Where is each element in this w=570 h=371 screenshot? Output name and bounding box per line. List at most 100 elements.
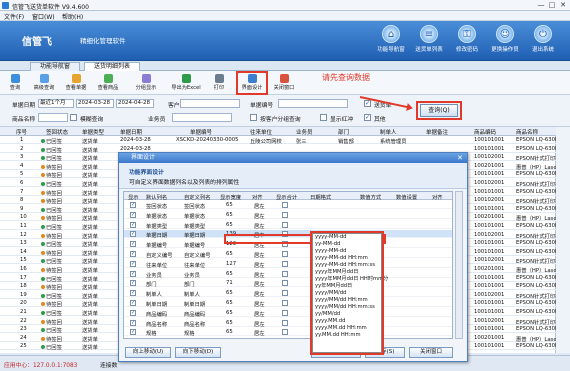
show-checkbox[interactable]: ✓ [130, 319, 136, 326]
minimize-button[interactable]: — [536, 1, 546, 10]
design-row[interactable]: ✓ 商品名称 商品名称 65 居左 [124, 319, 452, 328]
move-up-button[interactable]: 向上移动(U) [125, 347, 171, 358]
design-cell[interactable]: 单据编号 [184, 241, 205, 249]
design-cell[interactable]: 商品名称 [146, 320, 167, 328]
fuzzy-checkbox[interactable] [70, 114, 77, 121]
design-cell[interactable]: 居左 [254, 300, 265, 308]
query-tool-button[interactable]: 查询 [4, 73, 26, 93]
show-checkbox[interactable]: ✓ [130, 211, 136, 218]
show-checkbox[interactable]: ✓ [130, 241, 136, 248]
design-cell[interactable]: 签回状态 [146, 202, 167, 210]
design-cell[interactable]: 部门 [184, 280, 195, 288]
design-cell[interactable]: 规格 [184, 329, 195, 337]
move-down-button[interactable]: 向下移动(D) [175, 347, 221, 358]
design-cell[interactable]: 业务员 [184, 271, 200, 279]
design-cell[interactable]: 65 [226, 222, 233, 228]
show-checkbox[interactable]: ✓ [130, 251, 136, 257]
design-cell[interactable]: 65 [226, 202, 233, 208]
design-cell[interactable]: 业务员 [146, 271, 162, 279]
view-bill-button[interactable]: 查看单据 [62, 73, 90, 93]
design-cell[interactable]: 65 [226, 329, 233, 335]
total-checkbox[interactable] [282, 211, 288, 218]
design-cell[interactable]: 居左 [254, 290, 265, 298]
design-cell[interactable]: 65 [226, 310, 233, 316]
show-checkbox[interactable]: ✓ [130, 270, 136, 277]
design-cell[interactable]: 签回状态 [184, 202, 205, 210]
total-checkbox[interactable] [282, 202, 288, 208]
design-row[interactable]: ✓ 业务员 业务员 65 居左 [124, 270, 452, 279]
design-row[interactable]: ✓ 制单人 制单人 65 居左 [124, 289, 452, 298]
switch-operator-button[interactable]: ☺ 更换操作员 [486, 23, 524, 59]
total-checkbox[interactable] [282, 270, 288, 277]
show-checkbox[interactable]: ✓ [130, 221, 136, 228]
nav-window-button[interactable]: ⌂ 功能导航窗 [372, 23, 410, 59]
table-row[interactable]: 1 已回签 送货单 2024-03-28 XSCKD-20240330-0005 丘陵公司… [0, 136, 558, 145]
date-to-input[interactable]: 2024-04-28 [116, 99, 154, 108]
total-checkbox[interactable] [282, 309, 288, 316]
col-salesman[interactable]: 业务员 [296, 128, 313, 136]
col-sign-status[interactable]: 签回状态 [46, 128, 68, 136]
design-cell[interactable]: 居左 [254, 261, 265, 269]
design-cell[interactable]: 65 [226, 271, 233, 277]
design-row[interactable]: ✓ 往来单位 往来单位 127 居左 [124, 260, 452, 269]
tab-delivery-detail[interactable]: 送货明细列表 [84, 62, 140, 71]
col-maker[interactable]: 制单人 [380, 128, 397, 136]
design-cell[interactable]: 自定义编号 [184, 251, 211, 259]
design-cell[interactable]: 65 [226, 212, 233, 218]
show-checkbox[interactable]: ✓ [130, 300, 136, 306]
show-checkbox[interactable]: ✓ [130, 260, 136, 267]
billno-input[interactable] [278, 99, 348, 108]
design-cell[interactable]: 制单日期 [184, 300, 205, 308]
customer-input[interactable] [180, 99, 240, 108]
total-checkbox[interactable] [282, 260, 288, 267]
design-cell[interactable]: 单据类型 [184, 222, 205, 230]
menu-file[interactable]: 文件(F) [4, 12, 24, 21]
maximize-button[interactable]: □ [547, 1, 557, 10]
design-cell[interactable]: 单据状态 [184, 212, 205, 220]
design-row[interactable]: ✓ 自定义编号 自定义编号 65 居左 [124, 250, 452, 259]
design-cell[interactable]: 单据日期 [184, 231, 205, 239]
design-cell[interactable]: 单据状态 [146, 212, 167, 220]
design-cell[interactable]: 居左 [254, 271, 265, 279]
design-cell[interactable]: 往来单位 [146, 261, 167, 269]
design-scrollbar[interactable] [455, 191, 463, 339]
design-cell[interactable]: 居左 [254, 222, 265, 230]
design-cell[interactable]: 单据类型 [146, 222, 167, 230]
col-remark[interactable]: 单据备注 [426, 128, 448, 136]
design-cell[interactable]: 127 [226, 261, 236, 267]
total-checkbox[interactable] [282, 221, 288, 228]
design-cell[interactable]: 自定义编号 [146, 251, 173, 259]
design-cell[interactable]: 71 [226, 280, 233, 286]
total-checkbox[interactable] [282, 319, 288, 326]
design-row[interactable]: ✓ 单据类型 单据类型 65 居左 [124, 221, 452, 230]
close-window-button[interactable]: ✕ [558, 1, 568, 10]
close-tab-button[interactable]: 关闭窗口 [270, 73, 298, 93]
col-no[interactable]: 序号 [16, 128, 27, 136]
design-cell[interactable]: 单据编号 [146, 241, 167, 249]
product-input[interactable] [38, 113, 68, 122]
design-cell[interactable]: 65 [226, 320, 233, 326]
design-row[interactable]: ✓ 商品编码 商品编码 65 居左 [124, 309, 452, 318]
dialog-close-icon[interactable]: ✕ [457, 154, 463, 162]
advanced-query-button[interactable]: 高级查询 [30, 73, 58, 93]
delivered-checkbox[interactable]: ✓ [364, 100, 371, 107]
col-dept[interactable]: 部门 [338, 128, 349, 136]
menu-help[interactable]: 帮助(H) [62, 12, 83, 21]
design-cell[interactable]: 居左 [254, 320, 265, 328]
col-product-code[interactable]: 商品编码 [474, 128, 496, 136]
show-red-checkbox[interactable] [320, 114, 327, 121]
total-checkbox[interactable] [282, 280, 288, 287]
design-cell[interactable]: 规格 [146, 329, 157, 337]
design-cell[interactable]: 制单日期 [146, 300, 167, 308]
tab-nav-window[interactable]: 功能导航窗 [30, 62, 80, 71]
design-cell[interactable]: 商品名称 [184, 320, 205, 328]
print-button[interactable]: 打印 [208, 73, 230, 93]
col-partner[interactable]: 往来单位 [250, 128, 272, 136]
col-product-name[interactable]: 商品名称 [516, 128, 538, 136]
change-password-button[interactable]: ⚿ 修改密码 [448, 23, 486, 59]
other-checkbox[interactable]: ✓ [364, 114, 371, 121]
col-bill-date[interactable]: 单据日期 [120, 128, 142, 136]
show-checkbox[interactable]: ✓ [130, 290, 136, 297]
group-display-button[interactable]: 分组显示 [132, 73, 160, 93]
design-cell[interactable]: 65 [226, 290, 233, 296]
